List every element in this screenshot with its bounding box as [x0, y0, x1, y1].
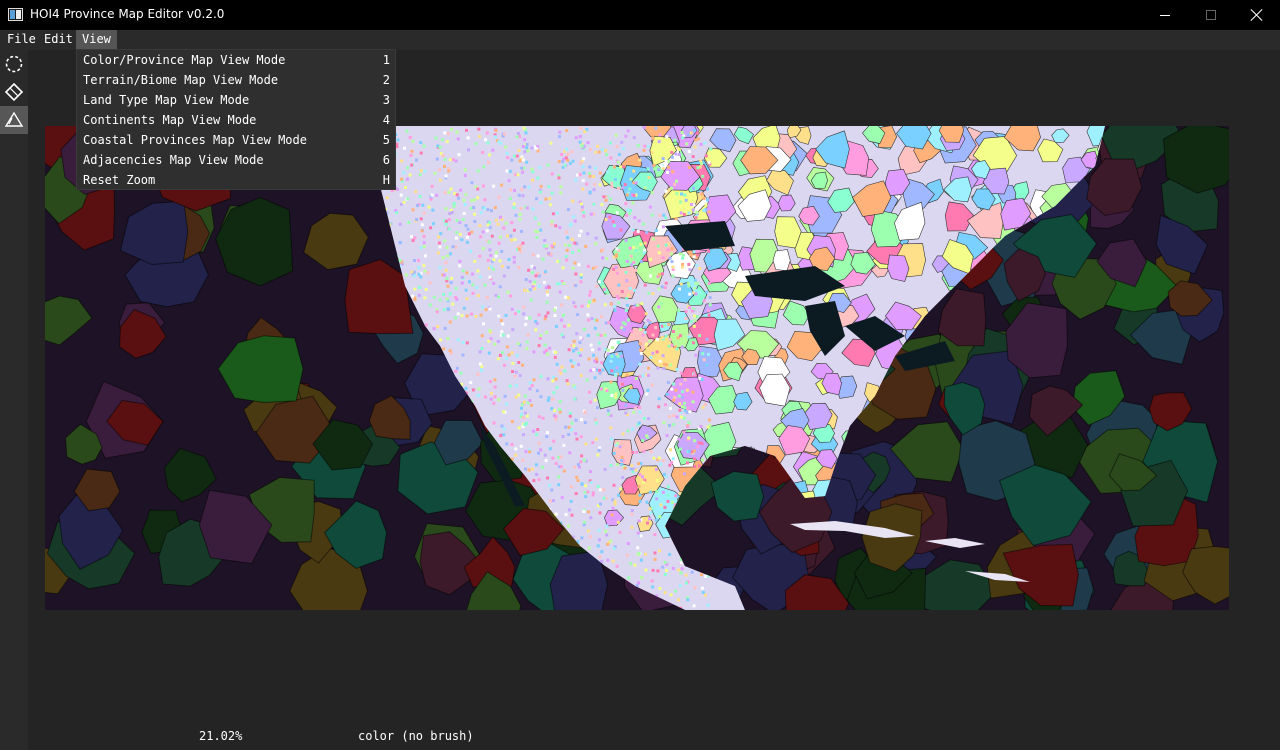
- menu-view[interactable]: View: [76, 30, 117, 49]
- menu-item-shortcut: 4: [382, 113, 390, 127]
- close-button[interactable]: [1234, 0, 1280, 30]
- menu-item-coastal-provinces-view[interactable]: Coastal Provinces Map View Mode 5: [77, 130, 395, 150]
- menu-bar: File Edit View: [0, 30, 1280, 49]
- menu-item-reset-zoom[interactable]: Reset Zoom H: [77, 170, 395, 190]
- menu-item-terrain-biome-view[interactable]: Terrain/Biome Map View Mode 2: [77, 70, 395, 90]
- menu-item-label: Land Type Map View Mode: [83, 93, 250, 107]
- triangle-tool[interactable]: [0, 106, 28, 134]
- menu-item-label: Reset Zoom: [83, 173, 156, 187]
- province-map[interactable]: [45, 126, 1229, 610]
- menu-item-shortcut: 1: [382, 53, 390, 67]
- menu-item-label: Terrain/Biome Map View Mode: [83, 73, 279, 87]
- province-map-image[interactable]: [45, 126, 1229, 610]
- maximize-button[interactable]: [1188, 0, 1234, 30]
- triangle-tool-icon: [4, 111, 24, 127]
- title-bar: HOI4 Province Map Editor v0.2.0: [0, 0, 1280, 30]
- brush-status: color (no brush): [358, 729, 474, 743]
- menu-edit[interactable]: Edit: [38, 30, 79, 49]
- diamond-brush-tool[interactable]: [0, 78, 28, 106]
- menu-item-shortcut: 2: [382, 73, 390, 87]
- lasso-select-icon: [5, 55, 23, 73]
- view-menu-dropdown: Color/Province Map View Mode 1 Terrain/B…: [76, 49, 396, 190]
- menu-item-label: Color/Province Map View Mode: [83, 53, 286, 67]
- lasso-select-tool[interactable]: [0, 50, 28, 78]
- menu-item-continents-view[interactable]: Continents Map View Mode 4: [77, 110, 395, 130]
- menu-item-shortcut: H: [382, 173, 390, 187]
- menu-item-label: Adjacencies Map View Mode: [83, 153, 264, 167]
- minimize-button[interactable]: [1142, 0, 1188, 30]
- zoom-level: 21.02%: [199, 729, 243, 743]
- menu-item-shortcut: 6: [382, 153, 390, 167]
- menu-item-shortcut: 5: [382, 133, 390, 147]
- menu-item-adjacencies-view[interactable]: Adjacencies Map View Mode 6: [77, 150, 395, 170]
- menu-item-label: Continents Map View Mode: [83, 113, 257, 127]
- minimize-icon: [1160, 14, 1170, 16]
- window-title: HOI4 Province Map Editor v0.2.0: [30, 7, 225, 21]
- close-icon: [1251, 9, 1263, 21]
- maximize-icon: [1206, 10, 1216, 20]
- menu-item-shortcut: 3: [382, 93, 390, 107]
- diamond-brush-icon: [4, 82, 24, 102]
- menu-file[interactable]: File: [1, 30, 42, 49]
- menu-item-land-type-view[interactable]: Land Type Map View Mode 3: [77, 90, 395, 110]
- menu-item-label: Coastal Provinces Map View Mode: [83, 133, 307, 147]
- menu-item-color-province-view[interactable]: Color/Province Map View Mode 1: [77, 50, 395, 70]
- tool-palette: [0, 50, 28, 750]
- app-icon: [8, 8, 23, 21]
